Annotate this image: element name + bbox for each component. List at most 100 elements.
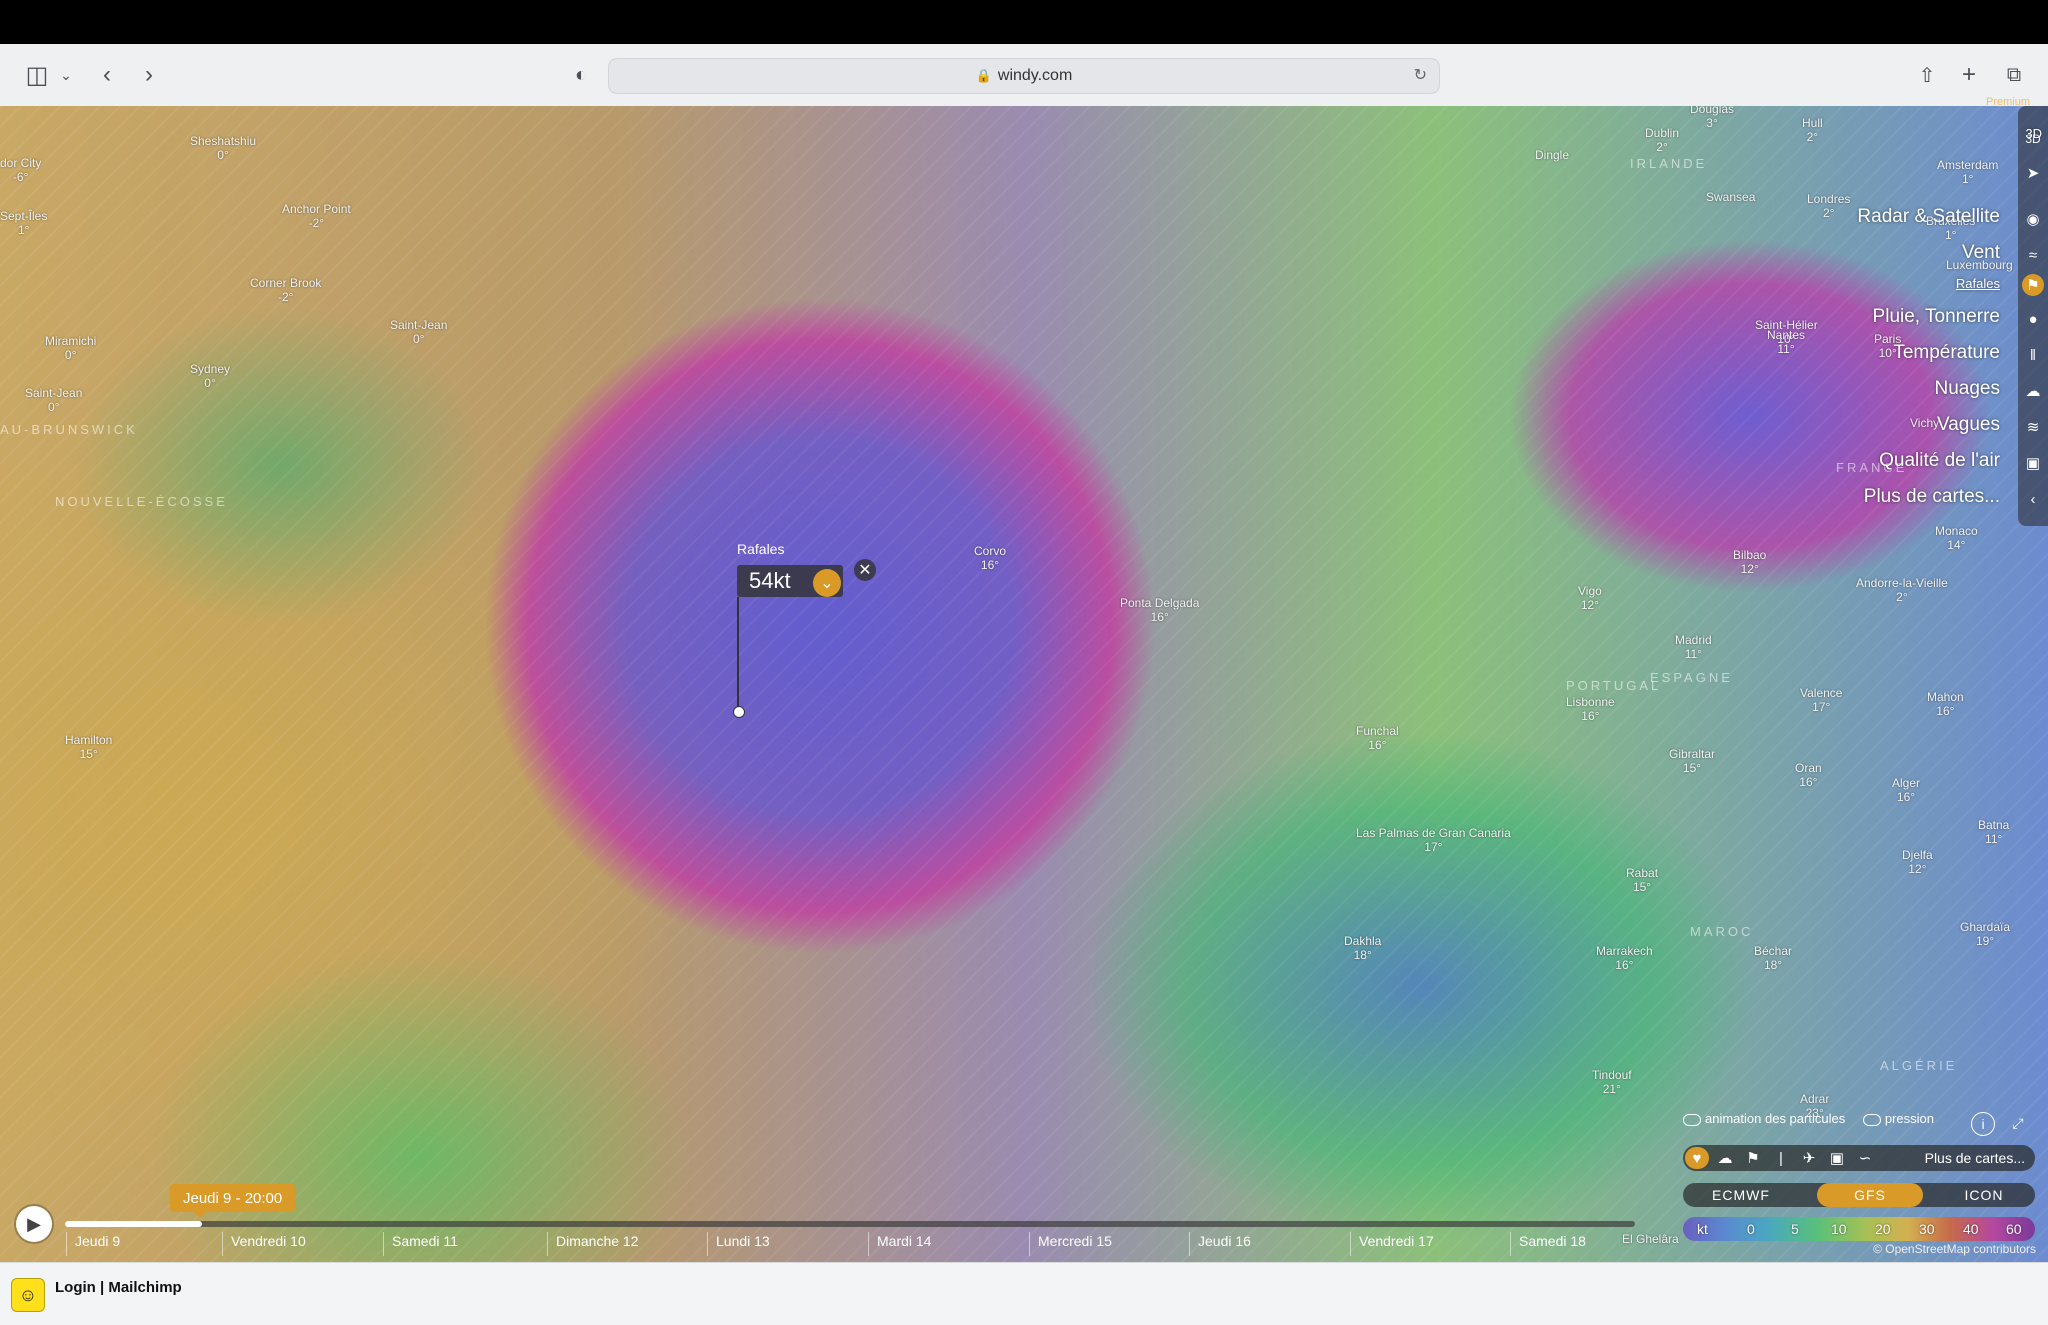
globe-icon[interactable]: ◉ [2022,208,2044,230]
city-label: Dublin 2° [1645,126,1679,154]
city-name: Londres [1807,192,1851,206]
city-label: Saint-Jean 0° [25,386,82,414]
more-maps-link[interactable]: Plus de cartes... [1925,1150,2025,1166]
popup-dropdown-icon[interactable]: ⌄ [813,569,841,597]
layer-label-drop[interactable]: Pluie, Tonnerre [1873,306,2000,328]
reload-icon[interactable]: ↻ [1414,65,1427,85]
city-name: Dublin [1645,126,1680,140]
toggle-icon [1862,1113,1881,1126]
layer-label-thermometer[interactable]: Température [1893,342,2000,364]
city-temperature: 16° [1581,709,1600,723]
city-label: Anchor Point -2° [282,202,351,230]
cloud-icon[interactable]: ☁ [2022,380,2044,402]
city-name: Alger [1892,776,1921,790]
compass-icon[interactable]: ➤ [2022,162,2044,184]
city-name: Las Palmas de Gran Canaria [1356,826,1511,840]
waves-icon[interactable]: ≋ [2022,416,2044,438]
city-label: Mahon 16° [1927,690,1964,718]
drop-icon[interactable]: ● [2022,308,2044,330]
popup-location-dot[interactable] [733,706,745,718]
color-scale[interactable]: kt 0 5 10 20 30 40 60 [1683,1217,2035,1241]
city-label: Corner Brook -2° [250,276,321,304]
layer-label-car[interactable]: Qualité de l'air [1879,450,2000,472]
layer-label-cloud[interactable]: Nuages [1935,378,2001,400]
timeline-day[interactable]: Vendredi 17 [1350,1232,1434,1256]
city-name: Funchal [1356,724,1399,738]
weather-icon[interactable]: ☁ [1713,1147,1737,1169]
timeline-day[interactable]: Samedi 11 [383,1232,458,1256]
map-options: animation des particules pression [1683,1111,1934,1126]
back-icon[interactable]: ‹ [94,44,120,106]
layer-label-waves[interactable]: Vagues [1937,414,2000,436]
scale-value: 60 [2006,1221,2022,1237]
timeline-progress [65,1221,202,1227]
3d-toggle-label[interactable]: 3D [2025,126,2042,141]
play-button[interactable]: ▶ [16,1206,52,1242]
info-icon[interactable]: i [1971,1112,1995,1136]
forward-icon[interactable]: › [136,44,162,106]
timeline-day[interactable]: Dimanche 12 [547,1232,639,1256]
city-temperature: 19° [1975,934,1995,948]
antenna-icon[interactable]: ∽ [1853,1147,1877,1169]
popup-close-icon[interactable]: ✕ [854,559,876,581]
sidebar-toggle-icon[interactable]: ◫ [20,44,54,106]
timeline-day[interactable]: Mercredi 15 [1029,1232,1112,1256]
city-label: Alger 16° [1892,776,1920,804]
layer-label-chevron-left[interactable]: Plus de cartes... [1864,486,2000,508]
status-tab-label[interactable]: Login | Mailchimp [55,1279,182,1296]
chevron-left-icon[interactable]: ‹ [2022,488,2044,510]
layer-label-flag[interactable]: Rafales [1956,276,2000,291]
timeline-day[interactable]: Mardi 14 [868,1232,931,1256]
city-name: Valence [1800,686,1843,700]
share-icon[interactable]: ⇧ [1914,44,1940,106]
city-label: dor City -6° [0,156,41,184]
timeline-day[interactable]: Vendredi 10 [222,1232,306,1256]
weather-map[interactable]: Sheshatshiu 0° dor City -6° Anchor Point -2° S… [0,106,2048,1262]
city-label: Batna 11° [1978,818,2009,846]
city-name: Douglas [1690,106,1735,116]
thermometer-icon[interactable]: | [1769,1147,1793,1169]
country-label: ALGÉRIE [1880,1058,1958,1073]
pressure-toggle[interactable]: pression [1862,1111,1934,1126]
camera-icon[interactable]: ▣ [1825,1147,1849,1169]
city-temperature: 0° [412,332,425,346]
city-temperature: -2° [308,216,325,230]
city-temperature: 11° [1777,342,1795,356]
layer-label-wind[interactable]: Vent [1962,242,2000,264]
mailchimp-icon: ☺ [11,1278,45,1312]
model-ecmwf[interactable]: ECMWF [1683,1183,1799,1207]
chevron-down-icon[interactable]: ⌄ [56,44,76,106]
timeline-day[interactable]: Lundi 13 [707,1232,770,1256]
timeline-day[interactable]: Jeudi 9 [66,1232,120,1256]
model-icon[interactable]: ICON [1933,1183,2035,1207]
heart-icon[interactable]: ♥ [1685,1147,1709,1169]
city-name: Lisbonne [1566,695,1615,709]
fullscreen-icon[interactable]: ⤢ [2007,1112,2029,1134]
city-name: Monaco [1935,524,1978,538]
city-label: El Ghelâra [1622,1232,1679,1246]
timeline-day[interactable]: Samedi 18 [1510,1232,1586,1256]
timeline-day[interactable]: Jeudi 16 [1189,1232,1251,1256]
layer-label-globe[interactable]: Radar & Satellite [1857,206,2000,228]
city-temperature: 2° [1896,590,1908,604]
city-label: Dingle [1535,148,1569,162]
particles-toggle[interactable]: animation des particules [1683,1111,1845,1126]
city-name: Dingle [1535,148,1570,162]
city-label: Funchal 16° [1356,724,1399,752]
city-label: Douglas 3° [1690,106,1734,130]
flag-icon[interactable]: ⚑ [1741,1147,1765,1169]
map-attribution[interactable]: © OpenStreetMap contributors [1873,1242,2036,1256]
city-name: Hamilton [65,733,113,747]
new-tab-icon[interactable]: + [1956,44,1982,106]
timeline-track[interactable] [65,1221,1635,1227]
address-bar[interactable]: 🔒 windy.com ↻ [608,58,1440,94]
plane-icon[interactable]: ✈ [1797,1147,1821,1169]
city-temperature: 1° [1944,228,1957,242]
flag-icon[interactable]: ⚑ [2022,274,2044,296]
car-icon[interactable]: ▣ [2022,452,2044,474]
thermometer-icon[interactable]: ‖ [2022,344,2044,366]
model-gfs[interactable]: GFS [1817,1183,1923,1207]
timeline-current-time[interactable]: Jeudi 9 - 20:00 [170,1184,296,1218]
wind-icon[interactable]: ≈ [2022,244,2044,266]
shield-icon[interactable]: ◐ [568,44,594,106]
